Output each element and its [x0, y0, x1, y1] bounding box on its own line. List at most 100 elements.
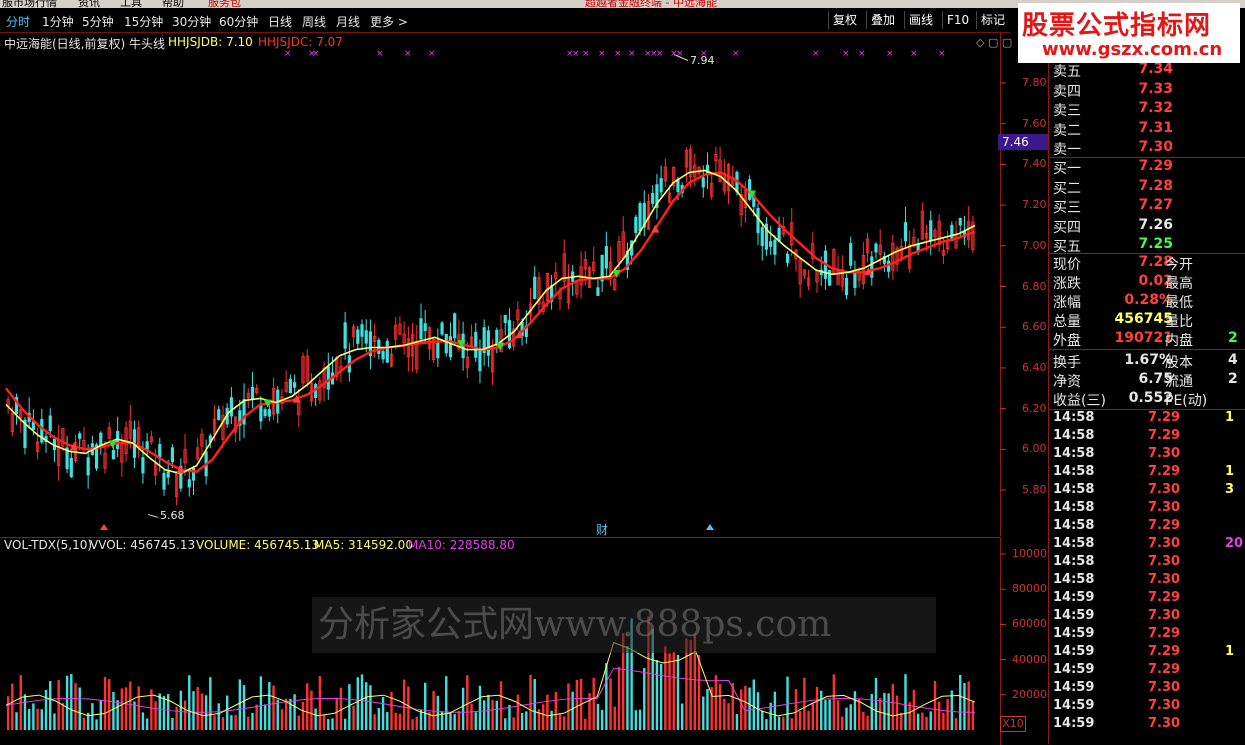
quote-row[interactable]: 换手 1.67% 股本 4 [1053, 352, 1243, 371]
volume-bar [529, 674, 532, 730]
tick-row[interactable]: 14:58 7.29 1 [1053, 464, 1243, 482]
tick-row[interactable]: 14:58 7.30 [1053, 572, 1243, 590]
volume-bar [162, 696, 166, 730]
scale-badge[interactable]: X10 [1000, 716, 1026, 732]
candle-body [343, 322, 347, 349]
tick-row[interactable]: 14:59 7.30 [1053, 698, 1243, 716]
finance-mark[interactable]: 财 [596, 521, 608, 538]
volume-bar [263, 704, 267, 730]
buy-level-row[interactable]: 买三 7.27 [1053, 197, 1243, 216]
tick-row[interactable]: 14:59 7.30 [1053, 608, 1243, 626]
volume-bar [335, 697, 338, 730]
low-price-label: 5.68 [160, 509, 185, 522]
tick-volume: 1 [1225, 464, 1235, 479]
volume-bar [482, 700, 486, 730]
quote-row[interactable]: 涨幅 0.28% 最低 [1053, 292, 1243, 311]
volume-bar [487, 694, 490, 730]
tick-row[interactable]: 14:58 7.30 [1053, 446, 1243, 464]
sell-level-row[interactable]: 卖一 7.30 [1053, 139, 1243, 158]
volume-bar [832, 674, 836, 730]
volume-bar [318, 676, 322, 730]
volume-bar [845, 707, 848, 730]
tick-row[interactable]: 14:58 7.29 [1053, 428, 1243, 446]
row-label: 买一 [1053, 161, 1081, 177]
row-value-2: 2 [1228, 330, 1238, 346]
volume-bar [356, 677, 359, 730]
volume-bar [499, 681, 503, 730]
tick-row[interactable]: 14:59 7.29 [1053, 590, 1243, 608]
volume-bar [857, 698, 861, 730]
row-label: 涨跌 [1053, 276, 1081, 292]
candle-body [958, 218, 962, 226]
sell-level-row[interactable]: 卖二 7.31 [1053, 120, 1243, 139]
tick-time: 14:59 [1053, 680, 1095, 695]
volume-bar [609, 678, 612, 730]
row-label: 总量 [1053, 314, 1081, 330]
tick-row[interactable]: 14:58 7.29 1 [1053, 410, 1243, 428]
tick-row[interactable]: 14:59 7.29 1 [1053, 644, 1243, 662]
tick-time: 14:59 [1053, 644, 1095, 659]
quote-row[interactable]: 涨跌 0.02 最高 [1053, 273, 1243, 292]
buy-level-row[interactable]: 买二 7.28 [1053, 178, 1243, 197]
divider [1049, 349, 1245, 350]
tick-row[interactable]: 14:59 7.29 [1053, 626, 1243, 644]
chart-options-icon[interactable]: ◇ ▢ ▢ [976, 36, 1012, 49]
volume-bar [49, 681, 52, 730]
last-price-tag: 7.46 [998, 134, 1052, 150]
quote-row[interactable]: 外盘 190721 内盘 2 [1053, 330, 1243, 349]
tick-price: 7.30 [1148, 680, 1181, 695]
tick-row[interactable]: 14:58 7.30 [1053, 554, 1243, 572]
volume-bar [453, 714, 456, 730]
candle-body [263, 409, 267, 417]
buy-level-row[interactable]: 买四 7.26 [1053, 217, 1243, 236]
sell-level-row[interactable]: 卖五 7.34 [1053, 61, 1243, 80]
volume-bar [242, 685, 246, 730]
signal-cross-mark: × [842, 49, 850, 59]
candle-body [326, 366, 330, 390]
candle-body [381, 350, 385, 360]
volume-bar [57, 680, 60, 730]
tick-row[interactable]: 14:58 7.30 3 [1053, 482, 1243, 500]
tick-time: 14:59 [1053, 698, 1095, 713]
volume-bar [352, 705, 355, 730]
quote-row[interactable]: 现价 7.28 今开 [1053, 254, 1243, 273]
volume-bar [664, 646, 667, 730]
tick-row[interactable]: 14:59 7.30 [1053, 680, 1243, 698]
sell-level-row[interactable]: 卖四 7.33 [1053, 81, 1243, 100]
tick-row[interactable]: 14:59 7.29 [1053, 662, 1243, 680]
row-label-2: 今开 [1165, 257, 1193, 273]
volume-bar [558, 714, 562, 730]
volume-bar [765, 719, 768, 730]
tick-row[interactable]: 14:58 7.30 20 [1053, 536, 1243, 554]
volume-bar [398, 713, 402, 730]
volume-bar [103, 676, 107, 730]
candle-body [760, 227, 764, 247]
tick-price: 7.29 [1148, 662, 1181, 677]
quote-row[interactable]: 收益(三) 0.552 PE(动) [1053, 390, 1243, 409]
candle-body [596, 287, 600, 296]
price-axis-tick: 7.20 [1022, 198, 1047, 212]
volume-bar [40, 709, 44, 730]
volume-bar [659, 664, 663, 730]
row-value-2: 2 [1228, 371, 1238, 387]
volume-bar [171, 717, 174, 730]
volume-bar [74, 683, 77, 730]
candle-body [453, 313, 457, 339]
signal-cross-mark: × [284, 49, 292, 59]
quote-row[interactable]: 净资 6.75 流通 2 [1053, 371, 1243, 390]
vvol-label: VVOL: 456745.13 [90, 538, 196, 552]
candle-body [903, 222, 908, 242]
volume-bar [777, 716, 781, 730]
buy-level-row[interactable]: 买一 7.29 [1053, 158, 1243, 177]
quote-row[interactable]: 总量 456745 量比 [1053, 311, 1243, 330]
tick-row[interactable]: 14:58 7.29 [1053, 518, 1243, 536]
row-label: 卖四 [1053, 83, 1081, 100]
row-label: 买二 [1053, 180, 1081, 197]
candle-body [436, 342, 440, 359]
tick-row[interactable]: 14:58 7.30 [1053, 500, 1243, 518]
volume-bar [723, 698, 726, 730]
tick-row[interactable]: 14:59 7.30 [1053, 716, 1243, 734]
volume-bar [272, 685, 275, 730]
volume-bar [798, 711, 802, 730]
sell-level-row[interactable]: 卖三 7.32 [1053, 100, 1243, 119]
